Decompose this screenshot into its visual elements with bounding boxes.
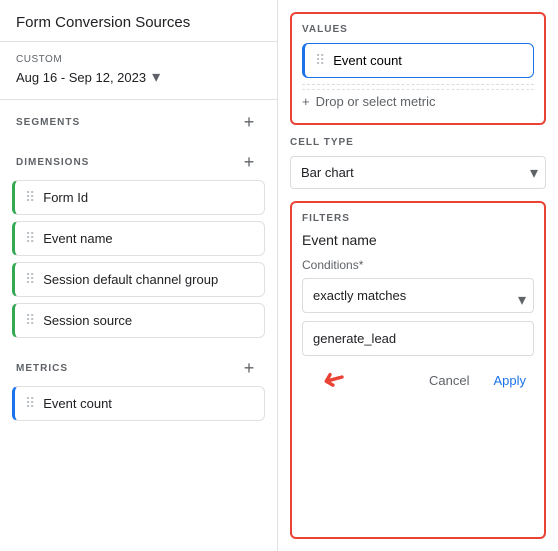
drag-handle-icon: ⠿ bbox=[25, 395, 35, 412]
dimensions-list: ⠿ Form Id ⠿ Event name ⠿ Session default… bbox=[0, 180, 277, 338]
filters-section-label: FILTERS bbox=[302, 213, 534, 224]
drag-handle-icon: ⠿ bbox=[25, 189, 35, 206]
cell-type-label: CELL TYPE bbox=[290, 137, 546, 148]
right-panel: VALUES ⠿ Event count + Drop or select me… bbox=[278, 0, 558, 551]
metrics-label: METRICS bbox=[16, 363, 68, 374]
red-arrow-icon: ➜ bbox=[318, 360, 349, 398]
dimension-label: Session source bbox=[43, 313, 132, 328]
conditions-label: Conditions* bbox=[302, 258, 534, 272]
conditions-dropdown-wrapper: exactly matches contains does not contai… bbox=[302, 278, 534, 321]
values-section: VALUES ⠿ Event count + Drop or select me… bbox=[290, 12, 546, 125]
filters-section: FILTERS Event name Conditions* exactly m… bbox=[290, 201, 546, 539]
date-selector[interactable]: Custom Aug 16 - Sep 12, 2023 ▾ bbox=[0, 42, 277, 100]
metrics-section: METRICS + ⠿ Event count bbox=[0, 346, 277, 421]
drag-handle-icon: ⠿ bbox=[315, 52, 325, 69]
values-section-label: VALUES bbox=[302, 24, 534, 35]
date-range-text: Aug 16 - Sep 12, 2023 bbox=[16, 70, 146, 85]
date-range-label: Custom bbox=[16, 54, 261, 65]
drag-handle-icon: ⠿ bbox=[25, 271, 35, 288]
add-segment-button[interactable]: + bbox=[237, 110, 261, 134]
value-chip-label: Event count bbox=[333, 53, 402, 68]
cell-type-section: CELL TYPE Bar chart Heat map Plain text … bbox=[290, 137, 546, 189]
drop-select-metric[interactable]: + Drop or select metric bbox=[302, 89, 534, 113]
metric-item-event-count[interactable]: ⠿ Event count bbox=[12, 386, 265, 421]
dimension-item-session-channel[interactable]: ⠿ Session default channel group bbox=[12, 262, 265, 297]
metrics-header: METRICS + bbox=[0, 346, 277, 386]
value-chip-event-count[interactable]: ⠿ Event count bbox=[302, 43, 534, 78]
drag-handle-icon: ⠿ bbox=[25, 312, 35, 329]
dimension-label: Session default channel group bbox=[43, 272, 218, 287]
dimension-item-form-id[interactable]: ⠿ Form Id bbox=[12, 180, 265, 215]
page-title: Form Conversion Sources bbox=[0, 0, 277, 42]
left-panel: Form Conversion Sources Custom Aug 16 - … bbox=[0, 0, 278, 551]
segments-label: SEGMENTS bbox=[16, 117, 80, 128]
drag-handle-icon: ⠿ bbox=[25, 230, 35, 247]
cell-type-dropdown[interactable]: Bar chart Heat map Plain text Number bbox=[290, 156, 546, 189]
filter-event-name-label: Event name bbox=[302, 232, 534, 248]
dimension-item-session-source[interactable]: ⠿ Session source bbox=[12, 303, 265, 338]
dimension-item-event-name[interactable]: ⠿ Event name bbox=[12, 221, 265, 256]
conditions-dropdown[interactable]: exactly matches contains does not contai… bbox=[302, 278, 534, 313]
filter-value-input[interactable] bbox=[302, 321, 534, 356]
apply-button[interactable]: Apply bbox=[485, 367, 534, 394]
drop-metric-label: Drop or select metric bbox=[316, 94, 436, 109]
dimensions-header: DIMENSIONS + bbox=[0, 140, 277, 180]
metric-label: Event count bbox=[43, 396, 112, 411]
dimension-label: Form Id bbox=[43, 190, 88, 205]
filter-actions: ➜ Cancel Apply bbox=[302, 366, 534, 395]
cell-type-dropdown-wrapper: Bar chart Heat map Plain text Number ▾ bbox=[290, 156, 546, 189]
dimensions-label: DIMENSIONS bbox=[16, 157, 89, 168]
dimension-label: Event name bbox=[43, 231, 112, 246]
add-metric-button[interactable]: + bbox=[237, 356, 261, 380]
plus-icon: + bbox=[302, 94, 310, 109]
date-range-value[interactable]: Aug 16 - Sep 12, 2023 ▾ bbox=[16, 67, 261, 87]
cancel-button[interactable]: Cancel bbox=[421, 367, 477, 394]
chevron-down-icon: ▾ bbox=[152, 67, 160, 87]
segments-header: SEGMENTS + bbox=[0, 100, 277, 140]
add-dimension-button[interactable]: + bbox=[237, 150, 261, 174]
